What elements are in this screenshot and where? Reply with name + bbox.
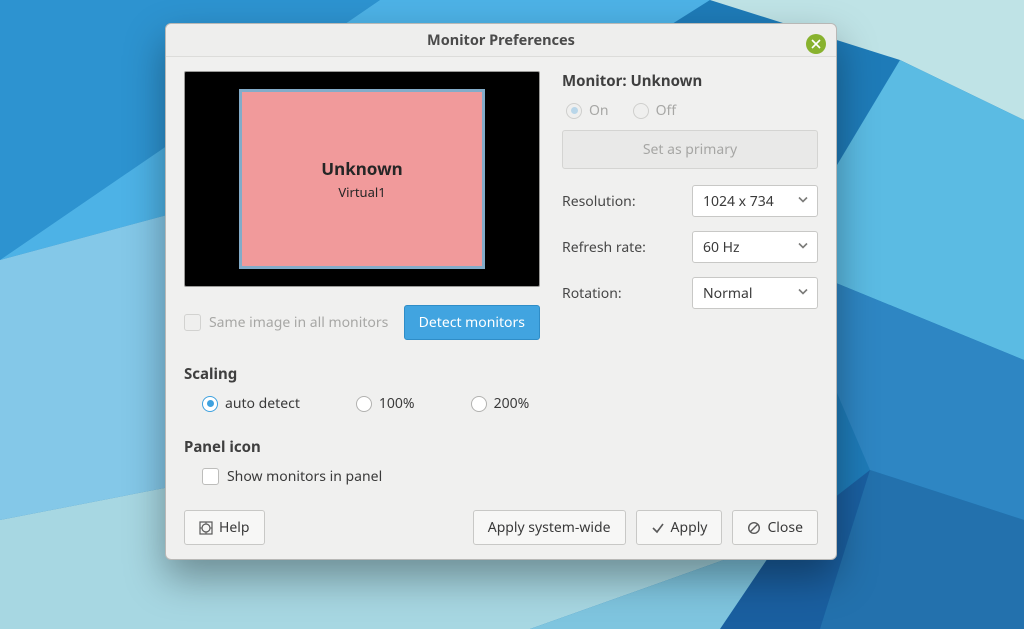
monitor-thumbnail[interactable]: Unknown Virtual1 (239, 89, 485, 269)
scaling-100-radio[interactable]: 100% (356, 394, 415, 413)
resolution-combobox[interactable]: 1024 x 734 (692, 185, 818, 217)
resolution-value: 1024 x 734 (703, 192, 774, 211)
monitor-layout-preview[interactable]: Unknown Virtual1 (184, 71, 540, 287)
window-title: Monitor Preferences (427, 30, 575, 50)
chevron-down-icon (797, 192, 809, 211)
scaling-auto-radio[interactable]: auto detect (202, 394, 300, 413)
on-label: On (589, 101, 609, 120)
apply-system-wide-label: Apply system-wide (488, 518, 611, 537)
chevron-down-icon (797, 238, 809, 257)
close-button[interactable]: Close (732, 510, 818, 545)
panel-icon-section-header: Panel icon (184, 437, 818, 457)
refresh-rate-label: Refresh rate: (562, 238, 692, 257)
help-button[interactable]: Help (184, 510, 265, 545)
close-icon (811, 39, 821, 49)
off-label: Off (656, 101, 677, 120)
rotation-label: Rotation: (562, 284, 692, 303)
help-icon (199, 521, 213, 535)
checkmark-icon (651, 521, 665, 535)
scaling-section-header: Scaling (184, 364, 818, 384)
window-content: Unknown Virtual1 Same image in all monit… (166, 57, 836, 559)
detect-monitors-label: Detect monitors (419, 313, 525, 332)
apply-system-wide-button[interactable]: Apply system-wide (473, 510, 626, 545)
monitor-thumbnail-output: Virtual1 (338, 183, 385, 201)
close-button-label: Close (767, 518, 803, 537)
scaling-200-label: 200% (494, 394, 530, 413)
mirror-displays-label: Same image in all monitors (209, 313, 388, 332)
monitor-state-off-radio: Off (633, 101, 677, 120)
resolution-label: Resolution: (562, 192, 692, 211)
apply-button-label: Apply (671, 518, 708, 537)
detect-monitors-button[interactable]: Detect monitors (404, 305, 540, 340)
rotation-value: Normal (703, 284, 752, 303)
set-primary-button: Set as primary (562, 130, 818, 169)
refresh-rate-combobox[interactable]: 60 Hz (692, 231, 818, 263)
titlebar: Monitor Preferences (166, 24, 836, 57)
prohibit-icon (747, 521, 761, 535)
refresh-rate-value: 60 Hz (703, 238, 740, 257)
selected-monitor-heading: Monitor: Unknown (562, 71, 818, 91)
window-close-button[interactable] (806, 34, 826, 54)
scaling-100-label: 100% (379, 394, 415, 413)
show-monitors-in-panel-checkbox[interactable]: Show monitors in panel (202, 467, 818, 486)
show-monitors-in-panel-label: Show monitors in panel (227, 467, 382, 486)
rotation-combobox[interactable]: Normal (692, 277, 818, 309)
chevron-down-icon (797, 284, 809, 303)
scaling-auto-label: auto detect (225, 394, 300, 413)
scaling-200-radio[interactable]: 200% (471, 394, 530, 413)
apply-button[interactable]: Apply (636, 510, 723, 545)
monitor-thumbnail-name: Unknown (321, 157, 402, 180)
monitor-state-on-radio: On (566, 101, 609, 120)
help-button-label: Help (219, 518, 250, 537)
set-primary-label: Set as primary (643, 140, 737, 159)
monitor-preferences-window: Monitor Preferences Unknown Virtual1 (165, 23, 837, 560)
mirror-displays-checkbox: Same image in all monitors (184, 313, 388, 332)
